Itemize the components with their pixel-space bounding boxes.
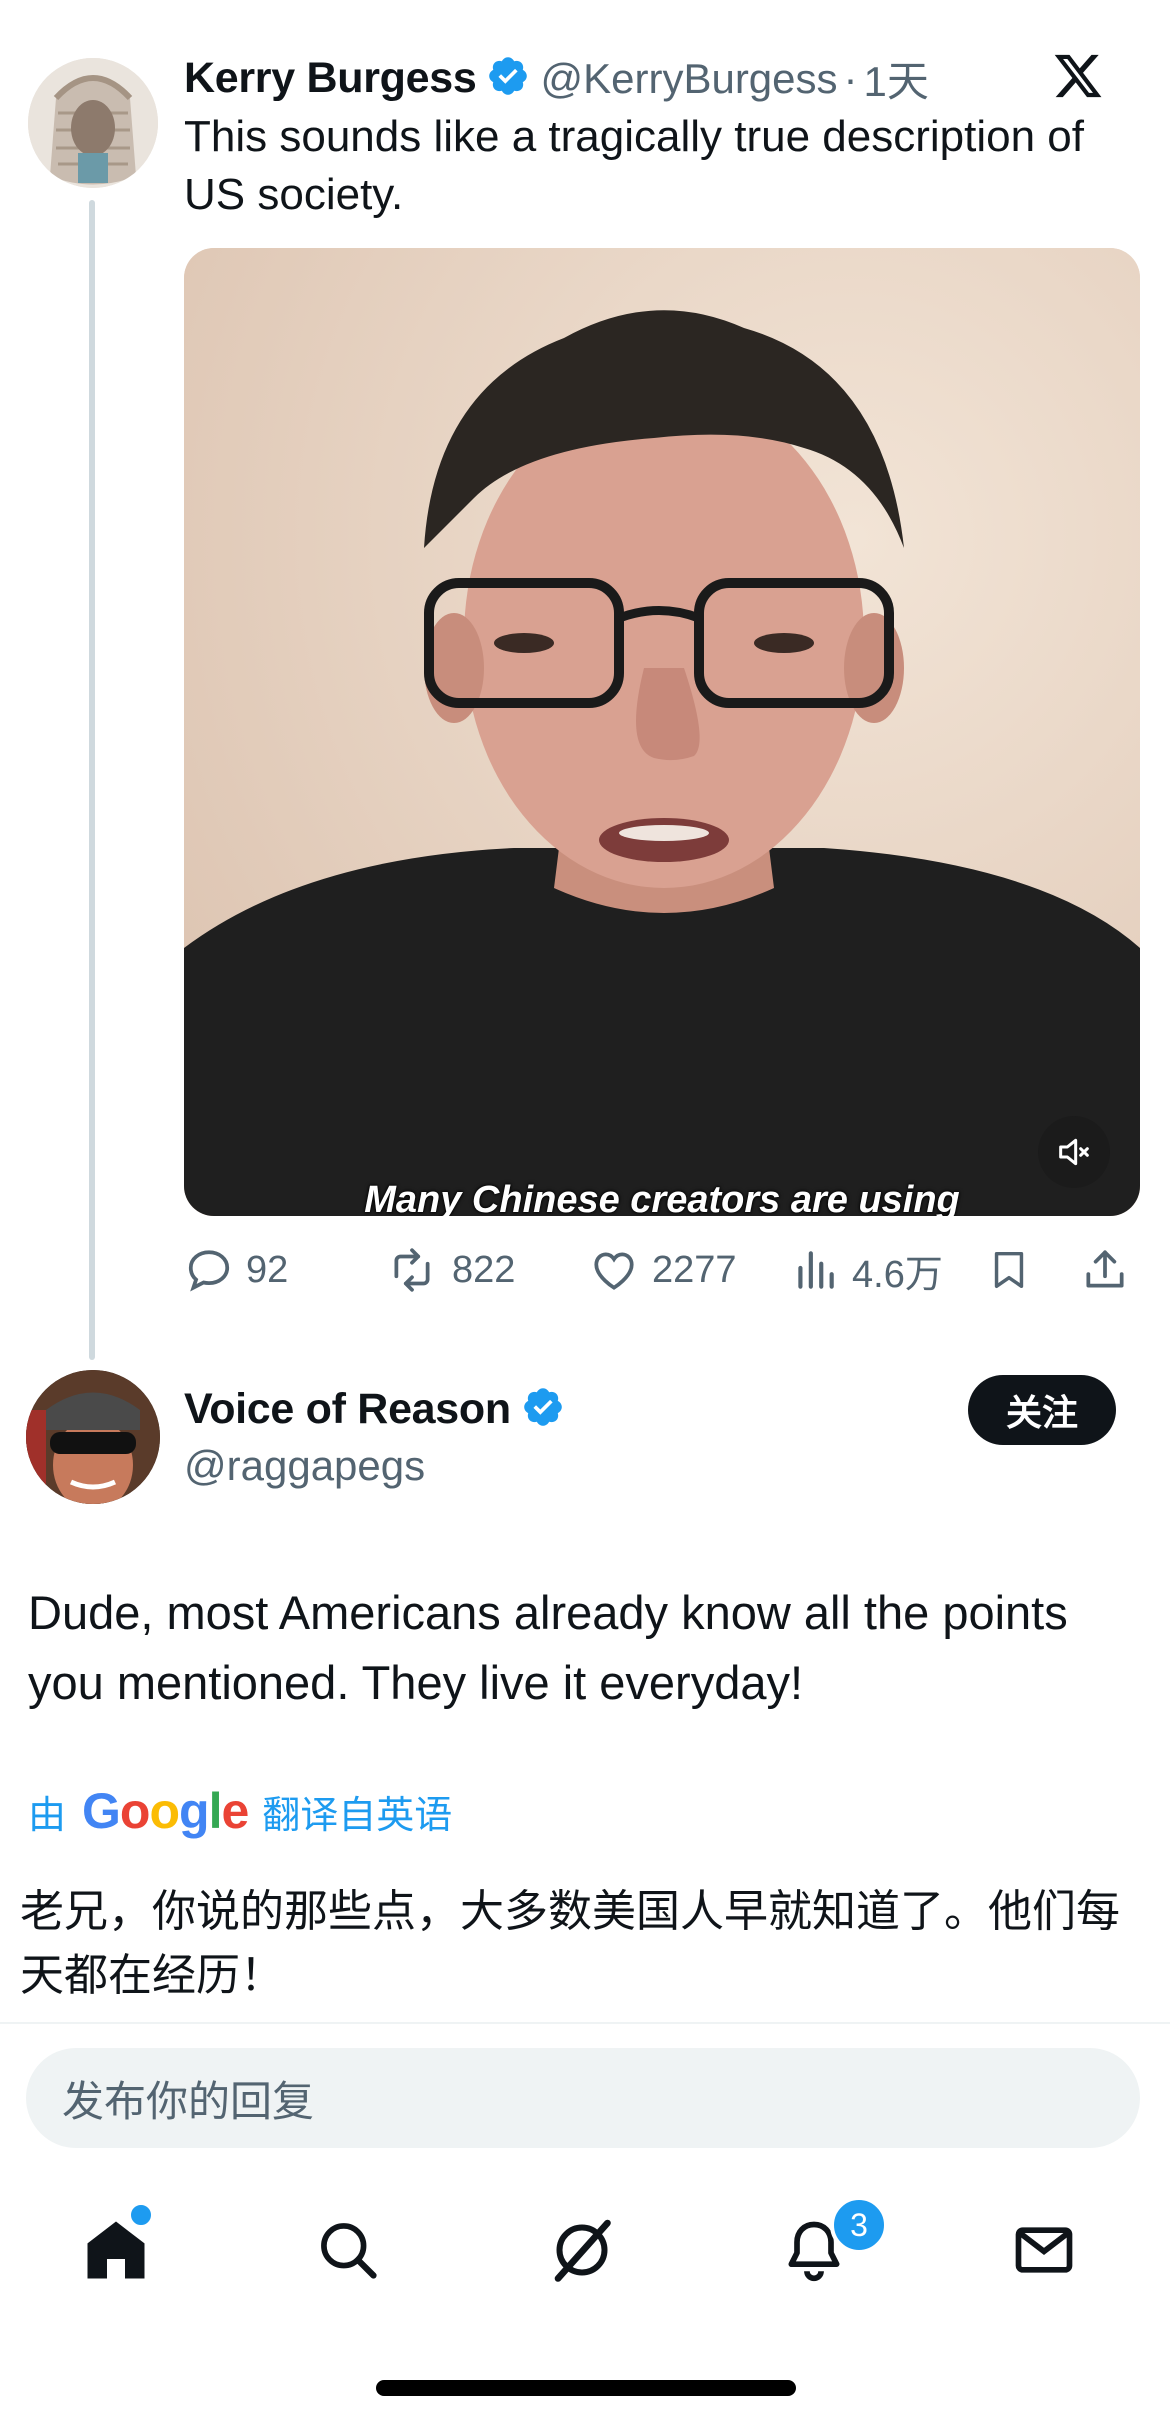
translation-attribution[interactable]: 由 Google 翻译自英语: [28, 1782, 452, 1840]
tweet-video[interactable]: Many Chinese creators are using: [184, 248, 1140, 1216]
separator-dot: ·: [843, 54, 858, 102]
retweet-icon: [394, 1248, 430, 1292]
translate-prefix: 由: [28, 1794, 67, 1837]
bookmark-button[interactable]: [986, 1240, 1044, 1300]
heart-icon: [594, 1252, 634, 1290]
home-indicator: [376, 2380, 796, 2396]
author-handle[interactable]: @KerryBurgess: [540, 55, 837, 103]
follow-button[interactable]: 关注: [968, 1375, 1116, 1445]
reply-author-handle[interactable]: @raggapegs: [184, 1442, 425, 1490]
avatar-voice-of-reason[interactable]: [26, 1370, 160, 1504]
translated-text: 老兄，你说的那些点，大多数美国人早就知道了。他们每天都在经历！: [20, 1886, 1120, 2001]
views-action[interactable]: 4.6万: [790, 1240, 943, 1300]
video-caption: Many Chinese creators are using: [364, 1179, 960, 1216]
avatar-kerry[interactable]: [28, 58, 158, 188]
tweet-time[interactable]: 1天: [864, 48, 929, 109]
bookmark-icon: [994, 1251, 1024, 1289]
home-unread-dot: [128, 2202, 154, 2228]
divider: [0, 2022, 1170, 2024]
mute-button[interactable]: [1038, 1116, 1110, 1188]
tweet-header: Kerry Burgess @KerryBurgess · 1天: [184, 48, 929, 109]
views-count: 4.6万: [852, 1253, 943, 1296]
search-icon[interactable]: [308, 2210, 388, 2290]
verified-badge-icon: [486, 54, 530, 103]
notification-badge: 3: [830, 2196, 888, 2254]
reply-verified-badge-icon: [521, 1385, 565, 1434]
grok-icon[interactable]: [542, 2210, 622, 2290]
reply-count: 92: [246, 1248, 289, 1291]
thread-line: [89, 200, 95, 1360]
reply-input[interactable]: 发布你的回复: [26, 2048, 1140, 2148]
video-frame: [184, 248, 1140, 1216]
like-count: 2277: [652, 1248, 737, 1291]
share-button[interactable]: [1080, 1240, 1142, 1300]
author-name[interactable]: Kerry Burgess: [184, 54, 477, 103]
reply-icon: [188, 1250, 230, 1292]
views-icon: [798, 1251, 834, 1289]
reply-author-name[interactable]: Voice of Reason: [184, 1385, 511, 1434]
google-logo: Google: [82, 1783, 249, 1839]
like-action[interactable]: 2277: [588, 1240, 737, 1300]
retweet-action[interactable]: 822: [384, 1240, 515, 1300]
reply-header: Voice of Reason: [184, 1385, 565, 1434]
translate-suffix: 翻译自英语: [262, 1794, 453, 1837]
reply-text: Dude, most Americans already know all th…: [28, 1586, 1068, 1709]
muted-speaker-icon: [1059, 1138, 1089, 1166]
retweet-count: 822: [452, 1248, 516, 1291]
reply-action[interactable]: 92: [184, 1240, 288, 1300]
tweet-text: This sounds like a tragically true descr…: [184, 112, 1084, 219]
x-logo-icon[interactable]: [1052, 50, 1104, 107]
share-icon: [1086, 1250, 1124, 1288]
mail-icon[interactable]: [1004, 2210, 1084, 2290]
reply-placeholder: 发布你的回复: [62, 2077, 315, 2125]
